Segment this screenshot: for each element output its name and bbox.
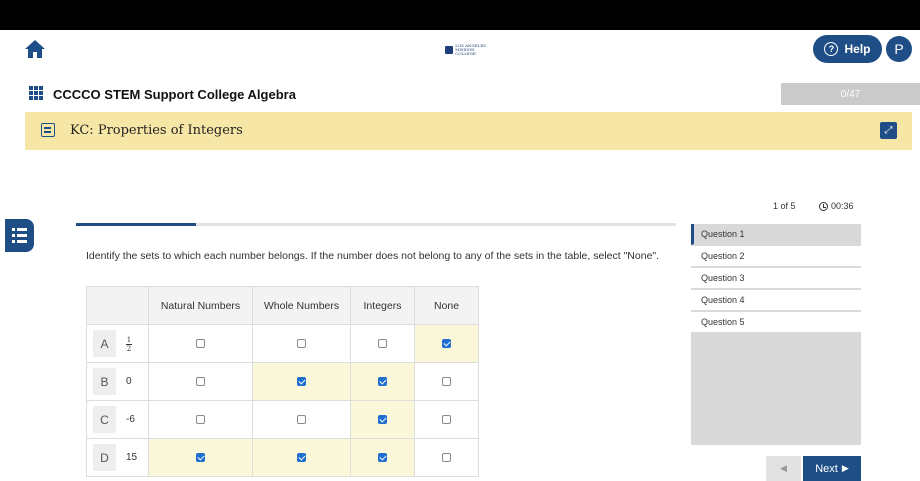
cell	[252, 324, 351, 363]
checkbox[interactable]	[442, 339, 451, 349]
kc-banner: KC: Properties of Integers ⤢	[25, 112, 912, 150]
table-row: C -6	[86, 400, 479, 439]
row-number: -6	[126, 414, 135, 425]
fraction-denominator: 2	[126, 345, 132, 353]
question-prompt: Identify the sets to which each number b…	[86, 250, 660, 262]
col-header: Integers	[350, 286, 415, 325]
checkbox[interactable]	[378, 377, 387, 387]
cell	[252, 400, 351, 439]
home-icon[interactable]	[24, 39, 46, 59]
cell	[148, 362, 253, 401]
cell	[350, 324, 415, 363]
table-row: A 1 2	[86, 324, 479, 363]
table-row: D 15	[86, 438, 479, 477]
row-letter: A	[93, 330, 116, 357]
cell	[350, 438, 415, 477]
avatar[interactable]: P	[886, 36, 912, 62]
timer-value: 00:36	[831, 201, 854, 211]
checkbox[interactable]	[297, 339, 306, 349]
previous-arrow-icon: ◀	[780, 463, 787, 473]
checkbox[interactable]	[196, 415, 205, 425]
checkbox[interactable]	[442, 453, 451, 463]
checkbox[interactable]	[297, 377, 306, 387]
cell	[414, 324, 479, 363]
checkbox[interactable]	[196, 377, 205, 387]
table-row: B 0	[86, 362, 479, 401]
kc-title: KC: Properties of Integers	[70, 123, 243, 138]
cell	[148, 324, 253, 363]
previous-button[interactable]: ◀	[766, 456, 801, 481]
question-progress-fill	[76, 223, 196, 226]
row-label: B 0	[86, 362, 149, 401]
question-list: Question 1 Question 2 Question 3 Questio…	[691, 224, 861, 445]
checkbox[interactable]	[442, 377, 451, 387]
cell	[148, 400, 253, 439]
checkbox[interactable]	[196, 339, 205, 349]
cell	[252, 438, 351, 477]
course-progress: 0/47	[781, 83, 920, 105]
row-label: A 1 2	[86, 324, 149, 363]
fraction: 1 2	[126, 336, 132, 353]
cell	[350, 362, 415, 401]
next-arrow-icon: ▶	[841, 463, 849, 473]
next-label: Next	[815, 462, 838, 475]
checklist-icon	[41, 123, 55, 137]
help-icon: ?	[824, 42, 839, 56]
row-number: 1 2	[126, 334, 132, 353]
row-letter: C	[93, 406, 116, 433]
help-label: Help	[844, 42, 871, 56]
row-letter: B	[93, 368, 116, 395]
table-corner	[86, 286, 149, 325]
cell	[414, 362, 479, 401]
next-button[interactable]: Next ▶	[803, 456, 861, 481]
question-list-item-3[interactable]: Question 3	[691, 268, 861, 289]
question-progress-bar	[76, 223, 676, 226]
col-header: None	[414, 286, 479, 325]
app-grid-icon[interactable]	[29, 86, 43, 100]
cell	[414, 400, 479, 439]
sets-table: Natural Numbers Whole Numbers Integers N…	[86, 286, 479, 477]
checkbox[interactable]	[196, 453, 205, 463]
clock-icon	[819, 201, 828, 211]
college-logo: LOS ANGELES MISSION COLLEGE	[445, 43, 493, 57]
row-label: D 15	[86, 438, 149, 477]
col-header: Whole Numbers	[252, 286, 351, 325]
row-label: C -6	[86, 400, 149, 439]
course-bar: CCCCO STEM Support College Algebra 0/47	[0, 83, 920, 107]
checkbox[interactable]	[378, 415, 387, 425]
fraction-numerator: 1	[126, 336, 132, 344]
help-button[interactable]: ? Help	[813, 35, 882, 63]
checkbox[interactable]	[297, 415, 306, 425]
question-list-item-4[interactable]: Question 4	[691, 290, 861, 311]
checkbox[interactable]	[297, 453, 306, 463]
logo-mark-icon	[445, 46, 454, 54]
cell	[148, 438, 253, 477]
question-list-item-5[interactable]: Question 5	[691, 312, 861, 333]
row-letter: D	[93, 444, 116, 471]
row-number: 0	[126, 376, 132, 387]
row-number: 15	[126, 452, 138, 463]
top-black-bar	[0, 0, 920, 30]
col-header: Natural Numbers	[148, 286, 253, 325]
expand-icon[interactable]: ⤢	[880, 122, 897, 139]
question-list-item-1[interactable]: Question 1	[691, 224, 861, 245]
app-header: LOS ANGELES MISSION COLLEGE ? Help P	[0, 30, 920, 70]
timer: 00:36	[819, 201, 854, 211]
cell	[252, 362, 351, 401]
outline-toggle-icon[interactable]	[5, 219, 34, 252]
question-list-item-2[interactable]: Question 2	[691, 246, 861, 267]
course-title: CCCCO STEM Support College Algebra	[53, 87, 296, 102]
cell	[350, 400, 415, 439]
checkbox[interactable]	[378, 453, 387, 463]
logo-line-2: MISSION COLLEGE	[455, 47, 476, 56]
checkbox[interactable]	[442, 415, 451, 425]
question-counter: 1 of 5	[773, 201, 796, 211]
checkbox[interactable]	[378, 339, 387, 349]
cell	[414, 438, 479, 477]
